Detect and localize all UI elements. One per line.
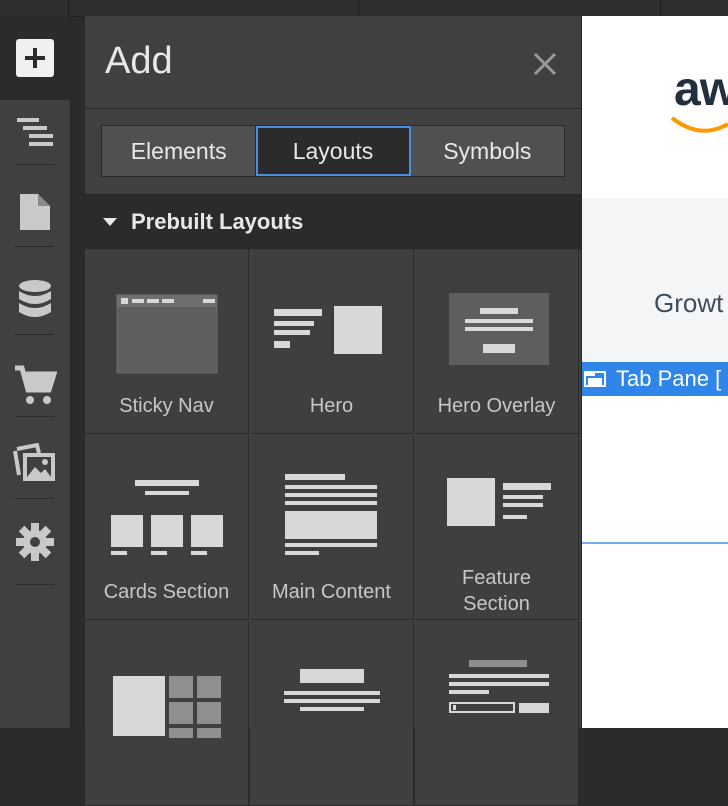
layout-label: Main Content: [272, 581, 391, 603]
panel-tabs: Elements Layouts Symbols: [101, 125, 565, 177]
add-panel-button[interactable]: [0, 16, 70, 100]
top-toolbar: [0, 0, 728, 17]
toolbar-divider: [660, 0, 661, 16]
tab-elements[interactable]: Elements: [102, 126, 257, 176]
pages-button[interactable]: [0, 190, 70, 234]
layout-cards-section[interactable]: Cards Section: [85, 435, 249, 620]
selected-element-label[interactable]: Tab Pane [: [582, 362, 728, 396]
layout-hero-overlay[interactable]: Hero Overlay: [415, 249, 579, 434]
grid-layout-thumbnail: [113, 676, 221, 738]
rail-divider: [14, 584, 54, 585]
assets-icon: [13, 443, 55, 481]
assets-button[interactable]: [0, 440, 70, 486]
section-label: Prebuilt Layouts: [131, 209, 304, 234]
add-icon: [16, 39, 54, 77]
logo-section: aw: [582, 16, 728, 198]
rail-divider: [14, 334, 54, 335]
layout-text-block-thumbnail[interactable]: [250, 621, 414, 806]
layout-form-thumbnail[interactable]: [415, 621, 579, 806]
layout-label: Cards Section: [103, 581, 230, 603]
toolbar-divider: [358, 0, 359, 16]
layout-sticky-nav[interactable]: Sticky Nav: [85, 249, 249, 434]
settings-icon: [16, 523, 54, 561]
navigator-button[interactable]: [0, 112, 70, 152]
nav-band: [582, 198, 728, 258]
close-button[interactable]: [531, 50, 559, 78]
tab-pane-icon: [584, 371, 606, 387]
layout-grid-thumbnail[interactable]: [85, 621, 249, 806]
form-thumbnail: [449, 660, 549, 713]
rail-divider: [14, 164, 54, 165]
layout-label: Feature Section: [462, 567, 531, 615]
layout-label: Hero: [309, 395, 354, 417]
cms-button[interactable]: [0, 278, 70, 322]
cms-icon: [19, 280, 51, 317]
rail-divider: [14, 416, 54, 417]
layout-hero[interactable]: Hero: [250, 249, 414, 434]
rail-divider: [14, 498, 54, 499]
prebuilt-layouts-header[interactable]: Prebuilt Layouts: [85, 194, 581, 250]
text-block-thumbnail: [284, 669, 380, 711]
layout-label: Hero Overlay: [437, 395, 556, 417]
toolbar-divider: [68, 0, 69, 16]
layout-label: Sticky Nav: [119, 395, 214, 417]
selected-element-text: Tab Pane [: [616, 366, 722, 391]
left-icon-rail: [0, 16, 71, 728]
pages-icon: [20, 194, 50, 230]
caret-down-icon: [103, 218, 117, 226]
add-panel: Add Elements Layouts Symbols Prebuilt La…: [84, 16, 582, 806]
aws-logo-text: aw: [674, 63, 728, 116]
rail-divider: [14, 246, 54, 247]
design-canvas[interactable]: aw Growt Tab Pane [: [582, 16, 728, 728]
section-heading: Growt: [654, 288, 724, 318]
tab-symbols[interactable]: Symbols: [410, 126, 564, 176]
ecommerce-icon: [15, 365, 57, 404]
selection-guide-line: [582, 542, 728, 544]
aws-smile-icon: [670, 116, 728, 133]
layouts-grid: Sticky Nav Hero Hero Overlay Cards Secti…: [85, 249, 581, 806]
navigator-icon: [17, 118, 53, 146]
panel-header: Add: [85, 16, 581, 109]
close-icon: [533, 52, 557, 76]
ecommerce-button[interactable]: [0, 362, 70, 408]
layout-main-content[interactable]: Main Content: [250, 435, 414, 620]
settings-button[interactable]: [0, 520, 70, 564]
tab-layouts[interactable]: Layouts: [256, 126, 411, 176]
layout-feature-section[interactable]: Feature Section: [415, 435, 579, 620]
panel-title: Add: [105, 40, 173, 82]
